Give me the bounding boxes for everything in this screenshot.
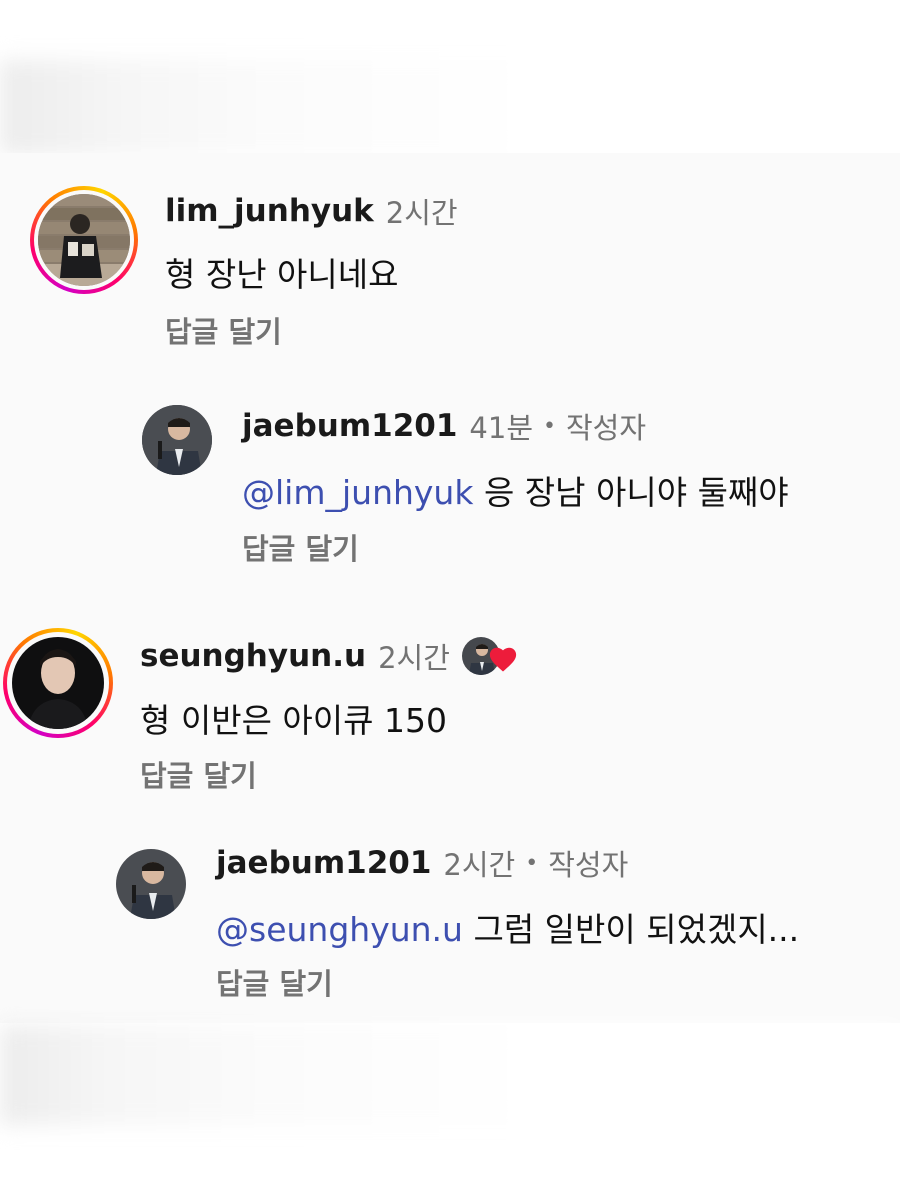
- avatar-lim-junhyuk: [38, 194, 130, 286]
- liked-by-author: [461, 637, 517, 675]
- author-badge: 작성자: [566, 411, 647, 445]
- comment-username[interactable]: lim_junhyuk: [165, 193, 374, 229]
- avatar-seunghyun-u: [12, 637, 104, 729]
- reply-message: 응 장남 아니야 둘째야: [483, 473, 789, 512]
- mention-link[interactable]: @lim_junhyuk: [242, 473, 473, 512]
- reply-time: 2시간: [443, 848, 516, 882]
- comment-text: 형 이반은 아이큐 150: [140, 701, 447, 740]
- avatar-story-ring[interactable]: [30, 186, 138, 294]
- reply-message: 그럼 일반이 되었겠지...: [473, 910, 800, 949]
- reply-time: 41분: [469, 411, 534, 445]
- comment-seunghyun-u: seunghyun.u 2시간 형 이반은 아이큐 150 답글 달기: [0, 618, 900, 818]
- comment-time: 2시간: [385, 196, 458, 230]
- reply-button[interactable]: 답글 달기: [216, 961, 333, 1003]
- comment-time: 2시간: [378, 641, 450, 675]
- author-badge: 작성자: [548, 848, 629, 882]
- reply-jaebum1201: jaebum1201 2시간 • 작성자 @seunghyun.u 그럼 일반이…: [0, 843, 900, 1023]
- avatar-jaebum1201[interactable]: [116, 849, 186, 919]
- comments-panel: lim_junhyuk 2시간 형 장난 아니네요 답글 달기 jaebum12…: [0, 153, 900, 1023]
- reply-button[interactable]: 답글 달기: [140, 753, 257, 795]
- blurred-bottom-edge: [0, 1025, 900, 1125]
- reply-text: @lim_junhyuk 응 장남 아니야 둘째야: [242, 466, 789, 514]
- mention-link[interactable]: @seunghyun.u: [216, 910, 463, 949]
- reply-username[interactable]: jaebum1201: [242, 408, 457, 444]
- reply-username[interactable]: jaebum1201: [216, 845, 431, 881]
- comment-username[interactable]: seunghyun.u: [140, 638, 366, 674]
- reply-text: @seunghyun.u 그럼 일반이 되었겠지...: [216, 903, 799, 951]
- separator-dot: •: [525, 850, 539, 876]
- separator-dot: •: [543, 413, 556, 439]
- reply-button[interactable]: 답글 달기: [242, 526, 359, 568]
- comment-text: 형 장난 아니네요: [165, 255, 399, 294]
- reply-jaebum1201: jaebum1201 41분 • 작성자 @lim_junhyuk 응 장남 아…: [0, 398, 900, 598]
- blurred-top-edge: [0, 60, 900, 155]
- heart-icon: [489, 647, 517, 672]
- avatar-story-ring[interactable]: [3, 628, 113, 738]
- avatar-jaebum1201[interactable]: [142, 405, 212, 475]
- comment-lim-junhyuk: lim_junhyuk 2시간 형 장난 아니네요 답글 달기: [0, 153, 900, 353]
- reply-button[interactable]: 답글 달기: [165, 309, 282, 351]
